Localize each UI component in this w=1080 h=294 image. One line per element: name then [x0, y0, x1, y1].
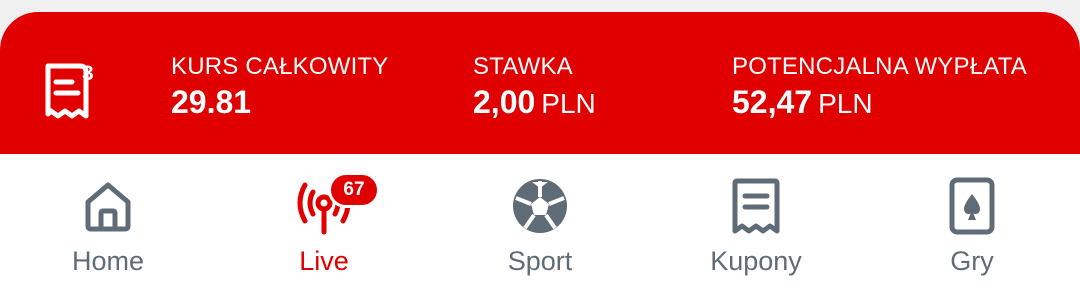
soccer-ball-icon [513, 179, 567, 233]
bottom-navigation: Home Live 67 Sport Kupony Gry [0, 154, 1080, 294]
live-count-badge: 67 [328, 172, 380, 208]
tab-home[interactable]: Home [0, 154, 216, 294]
total-odds-value: 29.81 [171, 84, 252, 120]
stake-currency: PLN [541, 88, 596, 119]
potential-payout-value-line: 52,47 PLN [732, 82, 1027, 124]
stake-label: STAWKA [473, 53, 573, 80]
betslip-count: 3 [82, 62, 94, 85]
tab-kupony-label: Kupony [710, 246, 802, 276]
stake-value-line: 2,00 PLN [473, 82, 596, 124]
tab-live-label: Live [299, 246, 349, 276]
potential-payout-value: 52,47 [732, 84, 813, 120]
tab-sport[interactable]: Sport [432, 154, 648, 294]
tab-gry-label: Gry [950, 246, 994, 276]
payout-currency: PLN [818, 88, 873, 119]
tab-gry[interactable]: Gry [864, 154, 1080, 294]
potential-payout: POTENCJALNA WYPŁATA 52,47 PLN [732, 52, 1027, 124]
stake-value: 2,00 [473, 84, 536, 120]
betslip-bar[interactable]: 3 KURS CAŁKOWITY 29.81 STAWKA 2,00 PLN PO… [0, 12, 1080, 154]
tab-home-label: Home [71, 246, 145, 276]
tab-live[interactable]: Live [216, 154, 432, 294]
playing-card-icon [949, 177, 995, 235]
total-odds: KURS CAŁKOWITY 29.81 [171, 52, 389, 122]
tab-kupony[interactable]: Kupony [648, 154, 864, 294]
potential-payout-label: POTENCJALNA WYPŁATA [732, 53, 1027, 80]
tab-sport-label: Sport [507, 246, 573, 276]
app-container: 3 KURS CAŁKOWITY 29.81 STAWKA 2,00 PLN PO… [0, 12, 1080, 294]
receipt-icon [732, 178, 780, 234]
home-icon [85, 182, 131, 232]
total-odds-label: KURS CAŁKOWITY [171, 53, 389, 80]
stake: STAWKA 2,00 PLN [473, 52, 596, 124]
